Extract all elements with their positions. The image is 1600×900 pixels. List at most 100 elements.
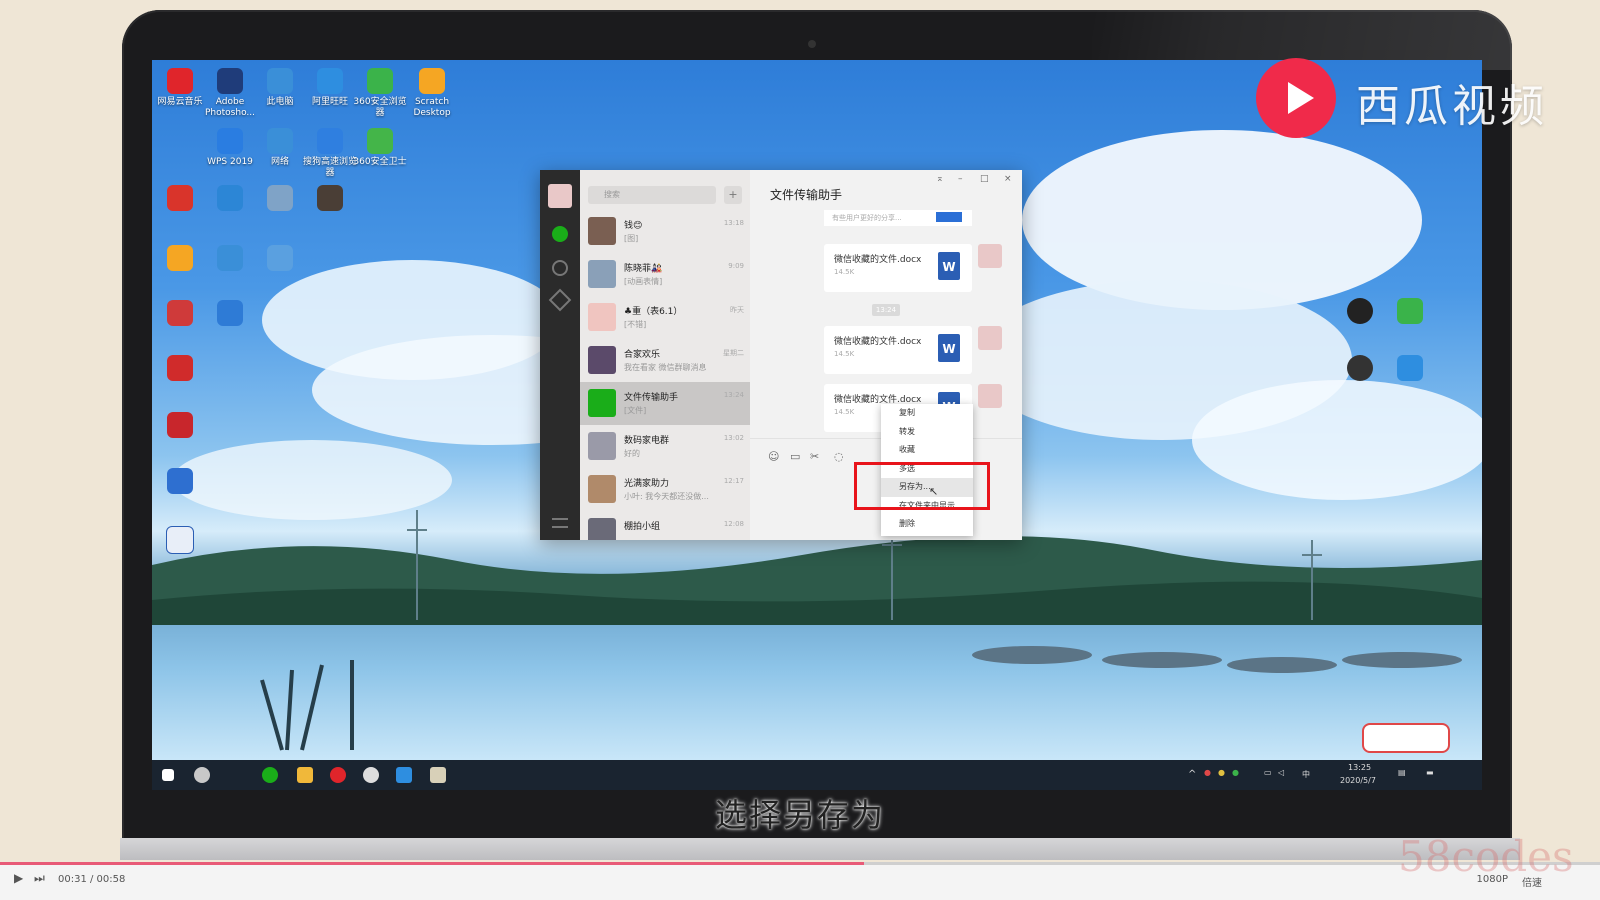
app-taskbar-icon[interactable] (396, 767, 412, 783)
chat-list-item[interactable]: 数码家电群 好的 13:02 (580, 425, 750, 468)
desktop-icon[interactable] (202, 185, 258, 214)
desktop-icon[interactable] (152, 526, 208, 557)
screenshot-icon[interactable]: ✂ (810, 450, 819, 463)
chat-list-item[interactable]: 钱😊 [图] 13:18 (580, 210, 750, 253)
avatar (588, 432, 616, 460)
desktop-icon[interactable]: 此电脑 (252, 68, 308, 108)
desktop-icon-label: 搜狗高速浏览器 (302, 157, 357, 178)
file-explorer-icon[interactable] (297, 767, 313, 783)
desktop-icon[interactable]: WPS 2019 (202, 128, 258, 168)
desktop-icon-label: Adobe Photosho... (205, 97, 255, 118)
recorder-icon[interactable] (363, 767, 379, 783)
chat-preview: [不错] (624, 320, 647, 329)
my-avatar[interactable] (978, 384, 1002, 408)
desktop-icon[interactable] (252, 245, 308, 274)
chat-list-item-active[interactable]: 文件传输助手 [文件] 13:24 (580, 382, 750, 425)
avatar (588, 346, 616, 374)
next-icon[interactable]: ⏭ (34, 871, 45, 886)
netease-music-taskbar-icon[interactable] (330, 767, 346, 783)
file-message[interactable]: 微信收藏的文件.docx 14.5K W (824, 244, 972, 292)
desktop-icon[interactable] (152, 355, 208, 384)
desktop-icon[interactable] (152, 185, 208, 214)
play-icon[interactable]: ▶ (14, 871, 23, 885)
message-text: 有些用户更好的分享... (832, 214, 902, 222)
desktop-icon[interactable]: Adobe Photosho... (202, 68, 258, 119)
desktop-icon[interactable]: 阿里旺旺 (302, 68, 358, 108)
volume-icon[interactable]: ◁ (1278, 768, 1284, 777)
desktop-icon[interactable] (1332, 355, 1388, 384)
chat-name: 钱😊 (624, 221, 643, 231)
ime-indicator[interactable]: 中 (1302, 769, 1310, 780)
clock-time[interactable]: 13:25 (1348, 763, 1371, 772)
desktop-icon[interactable]: 360安全卫士 (352, 128, 408, 168)
desktop-icon[interactable]: 网易云音乐 (152, 68, 208, 108)
my-avatar[interactable] (978, 244, 1002, 268)
desktop-icon[interactable] (152, 300, 208, 329)
watermark-brand: 西瓜视频 (1356, 81, 1548, 132)
network-tray-icon[interactable]: ▭ (1264, 768, 1272, 777)
floating-widget[interactable] (1362, 723, 1450, 753)
menu-item-forward[interactable]: 转发 (881, 423, 973, 442)
contacts-icon[interactable] (552, 260, 568, 276)
desktop-icon[interactable]: 360安全浏览器 (352, 68, 408, 119)
wechat-taskbar-icon[interactable] (262, 767, 278, 783)
windows-start-icon[interactable] (162, 769, 174, 781)
chat-list-item[interactable]: 合家欢乐 我在看家 微信群聊消息 星期二 (580, 339, 750, 382)
minimize-icon[interactable]: – (958, 174, 963, 184)
emoji-icon[interactable]: ☺ (768, 450, 779, 463)
my-avatar[interactable] (978, 326, 1002, 350)
desktop-switch-icon[interactable]: ▤ (1398, 768, 1406, 777)
chat-list-item[interactable]: 陈晓菲🎎 [动画表情] 9:09 (580, 253, 750, 296)
chat-list-item[interactable]: 棚拍小组 12:08 (580, 511, 750, 540)
desktop-icon[interactable] (152, 468, 208, 497)
chat-list-item[interactable]: 光满家助力 小叶: 我今天都还没做... 12:17 (580, 468, 750, 511)
search-input[interactable]: 搜索 (588, 186, 716, 204)
menu-item-delete[interactable]: 删除 (881, 515, 973, 534)
close-icon[interactable]: × (1004, 174, 1012, 184)
tray-app-icon[interactable]: ● (1204, 768, 1211, 777)
image-viewer-icon[interactable] (430, 767, 446, 783)
desktop-icon[interactable]: 网络 (252, 128, 308, 168)
favorites-icon[interactable] (548, 288, 572, 312)
chat-time: 星期二 (723, 349, 744, 357)
netease-music-icon (167, 68, 193, 94)
menu-item-copy[interactable]: 复制 (881, 404, 973, 423)
chat-time: 昨天 (730, 306, 744, 314)
chat-list-item[interactable]: ♣重（表6.1） [不错] 昨天 (580, 296, 750, 339)
tray-expand-icon[interactable]: ^ (1188, 769, 1196, 780)
chat-name: 光满家助力 (624, 479, 670, 489)
app-icon (167, 468, 193, 494)
task-view-icon[interactable] (194, 767, 210, 783)
desktop-icon[interactable] (302, 185, 358, 214)
tray-app-icon[interactable]: ● (1232, 768, 1239, 777)
clock-date[interactable]: 2020/5/7 (1340, 776, 1376, 785)
desktop-icon[interactable]: Scratch Desktop (404, 68, 460, 119)
desktop-icon-label: 360安全卫士 (353, 157, 407, 167)
progress-track[interactable] (0, 862, 1600, 865)
menu-icon[interactable] (552, 518, 568, 528)
user-avatar[interactable] (548, 184, 572, 208)
desktop-icon[interactable] (152, 412, 208, 441)
desktop-icon[interactable] (1332, 298, 1388, 327)
menu-item-favorite[interactable]: 收藏 (881, 441, 973, 460)
chat-icon[interactable] (552, 226, 568, 242)
desktop-icon[interactable] (202, 245, 258, 274)
folder-icon[interactable]: ▭ (790, 450, 800, 463)
chat-history-icon[interactable]: ◌ (834, 450, 844, 463)
desktop-icon[interactable] (152, 245, 208, 274)
add-chat-button[interactable]: + (724, 186, 742, 204)
maximize-icon[interactable]: □ (980, 174, 989, 184)
pin-icon[interactable]: ⌅ (936, 174, 944, 184)
file-message[interactable]: 微信收藏的文件.docx 14.5K W (824, 326, 972, 374)
chat-preview: [动画表情] (624, 277, 663, 286)
player-time: 00:31 / 00:58 (58, 874, 126, 885)
desktop-icon[interactable] (1382, 355, 1438, 384)
desktop-icon[interactable]: 搜狗高速浏览器 (302, 128, 358, 179)
notification-icon[interactable]: ▬ (1426, 768, 1434, 777)
tray-app-icon[interactable]: ● (1218, 768, 1225, 777)
browser-360-icon (367, 68, 393, 94)
desktop-icon[interactable] (202, 300, 258, 329)
desktop-icon[interactable] (1382, 298, 1438, 327)
desktop-icon[interactable] (252, 185, 308, 214)
adobe-icon (167, 355, 193, 381)
